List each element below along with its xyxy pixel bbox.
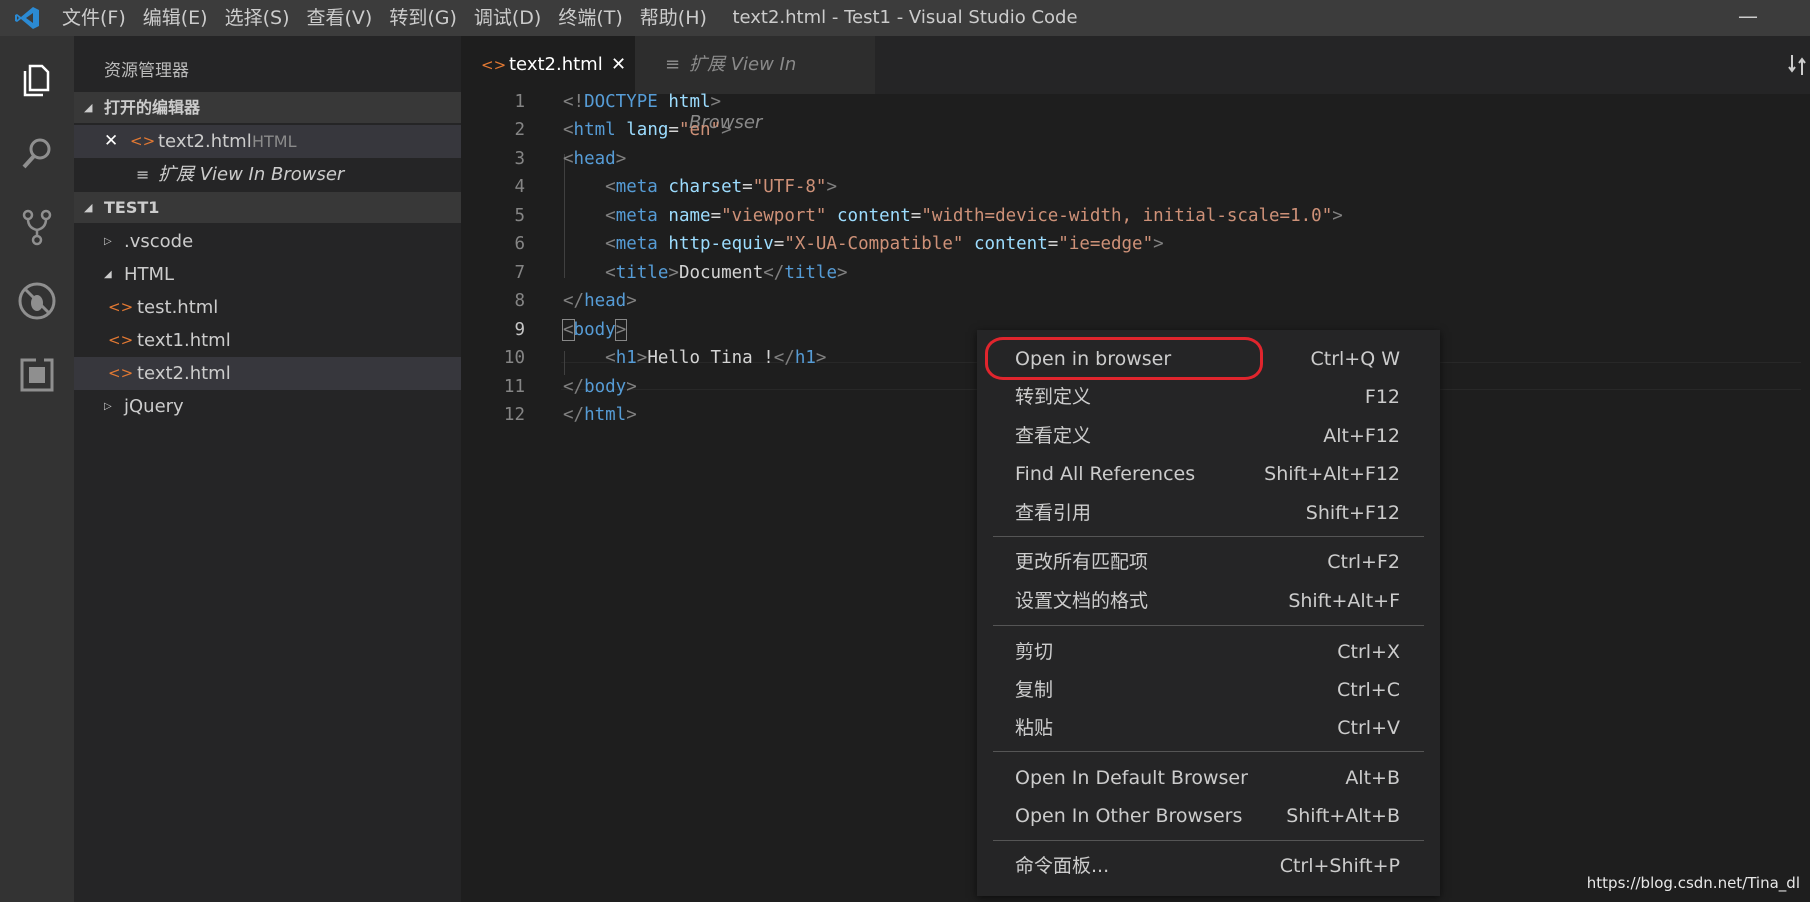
menu-item-open-in-browser[interactable]: Open in browser Ctrl+Q W [977,341,1440,377]
code-line: </body> [563,377,637,397]
open-editors-header[interactable]: ◢ 打开的编辑器 [74,92,461,123]
html-file-icon: <> [481,56,507,74]
activity-bar [0,36,74,902]
line-number: 5 [514,206,525,226]
line-number: 9 [514,320,525,340]
debug-icon[interactable] [16,280,58,322]
menu-item-open-in-other-browsers[interactable]: Open In Other Browsers Shift+Alt+B [977,798,1440,834]
vscode-logo-icon [15,7,39,29]
folder-vscode[interactable]: ▷ .vscode [74,225,461,258]
menu-terminal[interactable]: 终端(T) [558,0,633,36]
line-number: 3 [514,149,525,169]
menu-item-peek-references[interactable]: 查看引用 Shift+F12 [977,495,1440,531]
code-line: </head> [563,291,637,311]
folder-jquery[interactable]: ▷ jQuery [74,390,461,423]
menu-item-find-all-references[interactable]: Find All References Shift+Alt+F12 [977,456,1440,492]
close-icon[interactable]: ✕ [104,125,118,158]
menu-debug[interactable]: 调试(D) [474,0,552,36]
code-line: <h1>Hello Tina !</h1> [605,348,827,368]
menu-view[interactable]: 查看(V) [307,0,384,36]
tab-text2-html[interactable]: <> text2.html ✕ [461,36,635,94]
code-line: <html lang="en"> [563,120,732,140]
code-line: <meta http-equiv="X-UA-Compatible" conte… [605,234,1164,254]
menu-separator [993,536,1424,537]
preview-icon: ≡ [136,165,150,184]
explorer-sidebar: 资源管理器 ◢ 打开的编辑器 ✕ <> text2.html HTML ≡ 扩展… [74,36,461,902]
menu-item-paste[interactable]: 粘贴 Ctrl+V [977,710,1440,746]
menu-separator [993,840,1424,841]
code-line: <meta charset="UTF-8"> [605,177,838,197]
chevron-down-icon: ◢ [84,201,93,214]
file-text1-html[interactable]: <> text1.html [74,324,461,357]
menu-go[interactable]: 转到(G) [389,0,468,36]
open-editor-text2[interactable]: ✕ <> text2.html HTML [74,125,461,158]
line-number: 12 [503,405,525,425]
html-file-icon: <> [130,132,156,150]
html-file-icon: <> [108,331,134,349]
line-number: 10 [503,348,525,368]
code-line: </html> [563,405,637,425]
compare-icon[interactable] [1788,52,1810,78]
chevron-right-icon: ▷ [104,236,112,247]
menu-help[interactable]: 帮助(H) [640,0,718,36]
folder-html[interactable]: ◢ HTML [74,258,461,291]
line-number: 8 [514,291,525,311]
html-file-icon: <> [108,364,134,382]
extensions-icon[interactable] [16,354,58,396]
code-line: <!DOCTYPE html> [563,92,722,112]
menu-selection[interactable]: 选择(S) [225,0,301,36]
menu-item-peek-definition[interactable]: 查看定义 Alt+F12 [977,418,1440,454]
file-test-html[interactable]: <> test.html [74,291,461,324]
menu-item-open-in-default-browser[interactable]: Open In Default Browser Alt+B [977,760,1440,796]
menu-item-go-to-definition[interactable]: 转到定义 F12 [977,379,1440,415]
line-number: 4 [514,177,525,197]
minimize-button[interactable]: — [1738,4,1758,28]
line-number: 6 [514,234,525,254]
search-icon[interactable] [16,132,58,174]
chevron-right-icon: ▷ [104,401,112,412]
menu-separator [993,625,1424,626]
chevron-down-icon: ◢ [104,269,112,280]
workspace-header[interactable]: ◢ TEST1 [74,192,461,223]
watermark: https://blog.csdn.net/Tina_dl [1586,874,1800,892]
line-number: 7 [514,263,525,283]
menu-item-format-document[interactable]: 设置文档的格式 Shift+Alt+F [977,583,1440,619]
line-number: 11 [503,377,525,397]
chevron-down-icon: ◢ [84,101,93,114]
menu-bar: 文件(F) 编辑(E) 选择(S) 查看(V) 转到(G) 调试(D) 终端(T… [62,0,724,36]
file-text2-html[interactable]: <> text2.html [74,357,461,390]
code-line: <meta name="viewport" content="width=dev… [605,206,1343,226]
code-line: <head> [563,149,627,169]
preview-icon: ≡ [665,54,681,75]
close-icon[interactable]: ✕ [611,36,626,94]
menu-item-command-palette[interactable]: 命令面板... Ctrl+Shift+P [977,848,1440,884]
source-control-icon[interactable] [16,206,58,248]
line-number: 1 [514,92,525,112]
explorer-title: 资源管理器 [104,61,189,81]
context-menu: Open in browser Ctrl+Q W 转到定义 F12 查看定义 A… [977,330,1440,896]
html-file-icon: <> [108,298,134,316]
tab-view-in-browser[interactable]: ≡ 扩展 View In Browser [635,36,875,133]
menu-item-cut[interactable]: 剪切 Ctrl+X [977,634,1440,670]
title-bar: 文件(F) 编辑(E) 选择(S) 查看(V) 转到(G) 调试(D) 终端(T… [0,0,1810,36]
line-number: 2 [514,120,525,140]
files-icon[interactable] [16,58,58,100]
open-editor-view-in-browser[interactable]: ≡ 扩展 View In Browser [74,158,461,191]
menu-separator [993,751,1424,752]
menu-edit[interactable]: 编辑(E) [143,0,219,36]
tab-bar: <> text2.html ✕ ≡ 扩展 View In Browser [461,36,1810,133]
menu-file[interactable]: 文件(F) [62,0,137,36]
code-line: <title>Document</title> [605,263,848,283]
code-line: <body> [562,319,628,341]
menu-item-copy[interactable]: 复制 Ctrl+C [977,672,1440,708]
menu-item-change-all-occurrences[interactable]: 更改所有匹配项 Ctrl+F2 [977,544,1440,580]
